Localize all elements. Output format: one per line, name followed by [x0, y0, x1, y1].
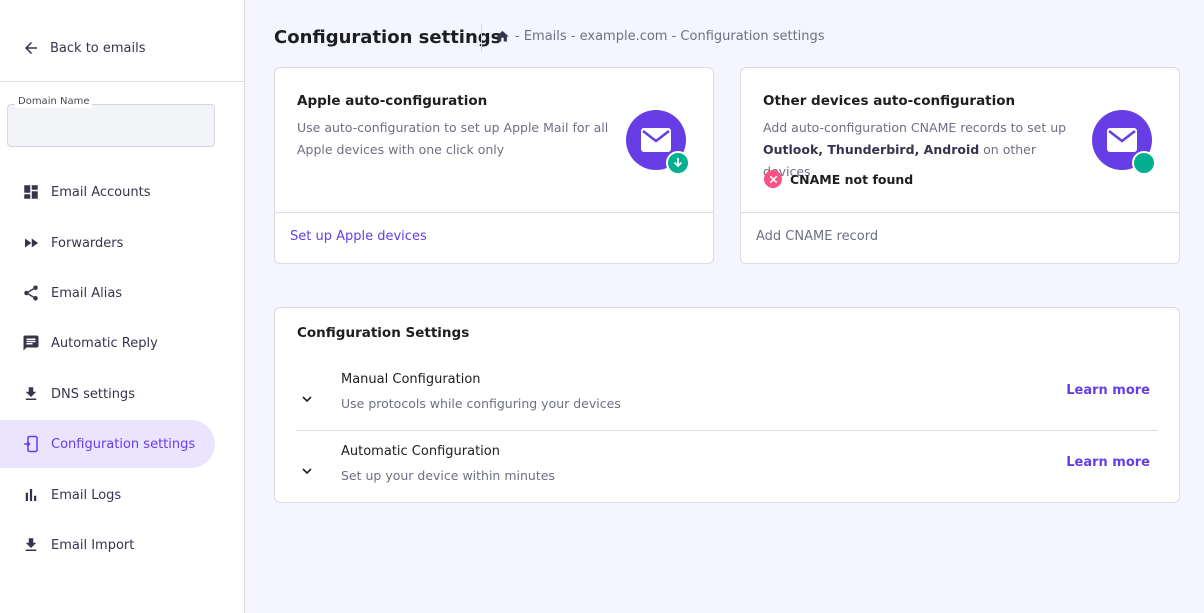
card-title: Apple auto-configuration	[297, 93, 488, 109]
learn-more-link[interactable]: Learn more	[1066, 455, 1150, 470]
sidebar-divider	[0, 81, 244, 82]
other-mail-badge	[1092, 110, 1156, 175]
breadcrumb: - Emails - example.com - Configuration s…	[495, 29, 825, 44]
sidebar-item-label: Configuration settings	[51, 436, 196, 452]
accordion-description: Use protocols while configuring your dev…	[341, 396, 621, 411]
domain-name-field[interactable]	[7, 104, 215, 147]
device-sync-icon	[24, 435, 38, 453]
home-icon[interactable]	[495, 29, 510, 44]
card-title: Other devices auto-configuration	[763, 93, 1016, 109]
accordion-description: Set up your device within minutes	[341, 468, 555, 483]
share-icon	[24, 285, 38, 301]
apple-mail-badge	[626, 110, 690, 175]
sidebar-item-email-logs[interactable]: Email Logs	[0, 471, 215, 519]
sidebar-item-label: Email Logs	[51, 487, 122, 503]
sidebar-item-email-alias[interactable]: Email Alias	[0, 269, 215, 317]
sidebar-item-label: Email Alias	[51, 285, 123, 301]
status-dot-icon	[1132, 151, 1156, 175]
cname-status: CNAME not found	[764, 170, 913, 188]
download-icon	[25, 387, 37, 400]
sidebar-item-label: Forwarders	[51, 235, 124, 251]
title-separator	[481, 24, 482, 52]
page-title: Configuration settings	[274, 27, 502, 48]
set-up-apple-devices-link[interactable]: Set up Apple devices	[290, 229, 427, 244]
fast-forward-icon	[25, 238, 39, 248]
back-label: Back to emails	[50, 40, 146, 56]
sidebar-item-dns-settings[interactable]: DNS settings	[0, 370, 215, 418]
sidebar-item-label: DNS settings	[51, 386, 135, 402]
config-section-title: Configuration Settings	[297, 325, 470, 341]
sidebar-item-configuration-settings[interactable]: Configuration settings	[0, 420, 215, 468]
arrow-left-icon	[25, 42, 37, 54]
card-divider	[275, 212, 713, 213]
sidebar: Back to emails Domain Name Email Account…	[0, 0, 245, 613]
sidebar-item-email-accounts[interactable]: Email Accounts	[0, 168, 215, 216]
card-description: Use auto-configuration to set up Apple M…	[297, 120, 609, 157]
back-to-emails-link[interactable]: Back to emails	[22, 37, 146, 59]
sidebar-item-label: Automatic Reply	[51, 335, 158, 351]
accordion-divider	[296, 430, 1158, 431]
bar-chart-icon	[25, 489, 37, 501]
chevron-down-icon[interactable]	[299, 463, 315, 479]
cname-status-text: CNAME not found	[790, 171, 914, 187]
sidebar-item-label: Email Accounts	[51, 184, 151, 200]
sidebar-item-automatic-reply[interactable]: Automatic Reply	[0, 319, 215, 367]
accordion-title: Automatic Configuration	[341, 444, 500, 459]
accordion-manual-configuration[interactable]: Manual Configuration Use protocols while…	[296, 366, 1158, 436]
chevron-down-icon[interactable]	[299, 391, 315, 407]
error-icon	[764, 170, 782, 188]
accordion-title: Manual Configuration	[341, 372, 481, 387]
sidebar-item-forwarders[interactable]: Forwarders	[0, 219, 215, 267]
other-devices-config-card: Other devices auto-configuration Add aut…	[740, 67, 1180, 264]
message-icon	[23, 335, 39, 351]
sidebar-item-email-import[interactable]: Email Import	[0, 521, 215, 569]
dashboard-icon	[24, 185, 38, 199]
breadcrumb-text[interactable]: - Emails - example.com - Configuration s…	[515, 29, 825, 44]
apple-auto-config-card: Apple auto-configuration Use auto-config…	[274, 67, 714, 264]
domain-name-label: Domain Name	[15, 96, 93, 108]
download-icon	[25, 538, 37, 551]
sidebar-item-label: Email Import	[51, 537, 135, 553]
accordion-automatic-configuration[interactable]: Automatic Configuration Set up your devi…	[296, 438, 1158, 508]
learn-more-link[interactable]: Learn more	[1066, 383, 1150, 398]
add-cname-record-link[interactable]: Add CNAME record	[756, 229, 878, 244]
download-arrow-icon	[666, 151, 690, 175]
card-divider	[741, 212, 1179, 213]
